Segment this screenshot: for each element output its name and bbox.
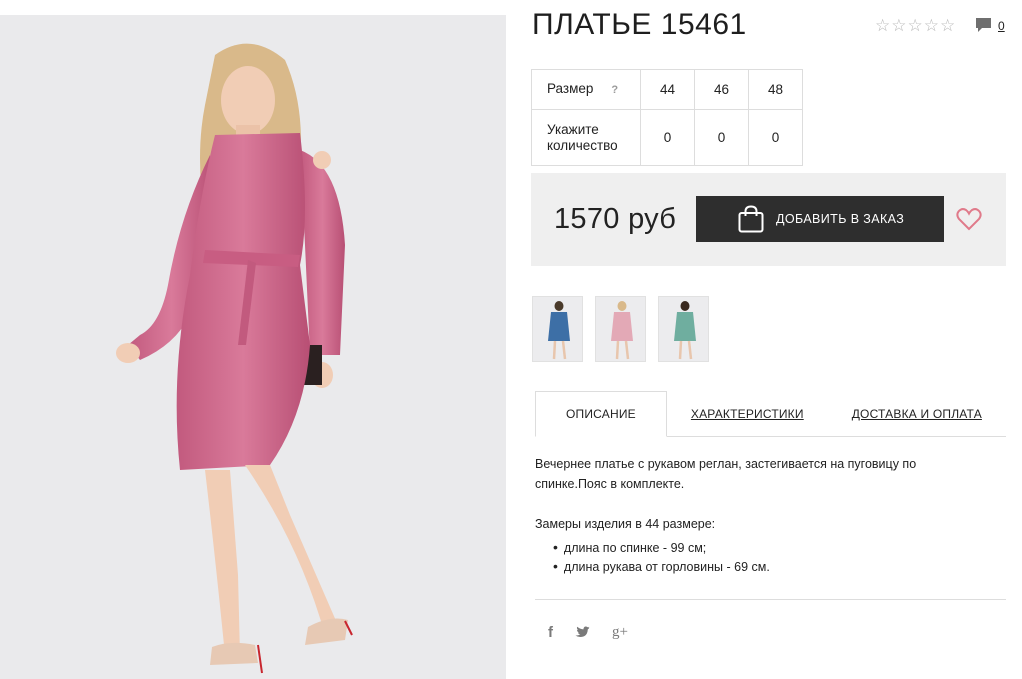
- quantity-input-46[interactable]: 0: [694, 109, 749, 166]
- social-share: f g+: [548, 624, 628, 641]
- product-tabs: ОПИСАНИЕ ХАРАКТЕРИСТИКИ ДОСТАВКА И ОПЛАТ…: [535, 391, 1006, 437]
- size-table: Размер? 44 46 48 Укажите количество 0 0 …: [531, 69, 803, 166]
- add-to-order-button[interactable]: ДОБАВИТЬ В ЗАКАЗ: [696, 196, 944, 242]
- description-text: Вечернее платье с рукавом реглан, застег…: [535, 457, 917, 491]
- quantity-input-48[interactable]: 0: [748, 109, 803, 166]
- comments-link[interactable]: 0: [975, 17, 1005, 35]
- product-photo: [0, 15, 506, 679]
- buy-box: 1570 руб ДОБАВИТЬ В ЗАКАЗ: [531, 173, 1006, 266]
- tab-characteristics[interactable]: ХАРАКТЕРИСТИКИ: [691, 391, 804, 436]
- color-thumbnails: [532, 296, 709, 362]
- thumbnail-pink[interactable]: [595, 296, 646, 362]
- google-plus-icon[interactable]: g+: [612, 624, 628, 641]
- thumbnail-blue[interactable]: [532, 296, 583, 362]
- heart-icon[interactable]: [955, 205, 983, 233]
- quantity-input-44[interactable]: 0: [640, 109, 695, 166]
- tab-delivery-payment[interactable]: ДОСТАВКА И ОПЛАТА: [852, 391, 982, 436]
- help-icon[interactable]: ?: [611, 84, 618, 96]
- list-item: длина по спинке - 99 см;: [553, 538, 770, 557]
- price: 1570 руб: [554, 203, 677, 235]
- measure-title: Замеры изделия в 44 размере:: [535, 517, 716, 531]
- star-icon[interactable]: ☆: [908, 17, 923, 35]
- shopping-bag-icon: [738, 205, 764, 233]
- divider: [535, 599, 1006, 600]
- product-title: ПЛАТЬЕ 15461: [532, 8, 747, 41]
- size-46: 46: [694, 69, 749, 110]
- thumbnail-mint[interactable]: [658, 296, 709, 362]
- star-icon[interactable]: ☆: [875, 17, 890, 35]
- comment-icon[interactable]: [975, 17, 992, 33]
- facebook-icon[interactable]: f: [548, 624, 553, 641]
- comments-count[interactable]: 0: [998, 17, 1005, 35]
- measure-list: длина по спинке - 99 см; длина рукава от…: [553, 538, 770, 576]
- quantity-row: Укажите количество 0 0 0: [531, 109, 803, 166]
- size-label: Размер: [547, 81, 594, 96]
- twitter-icon[interactable]: [575, 626, 590, 639]
- rating-stars[interactable]: ☆ ☆ ☆ ☆ ☆: [875, 17, 955, 35]
- size-44: 44: [640, 69, 695, 110]
- list-item: длина рукава от горловины - 69 см.: [553, 557, 770, 576]
- star-icon[interactable]: ☆: [940, 17, 955, 35]
- quantity-label: Укажите количество: [531, 109, 641, 166]
- star-icon[interactable]: ☆: [924, 17, 939, 35]
- size-row: Размер? 44 46 48: [531, 69, 803, 110]
- add-to-order-label: ДОБАВИТЬ В ЗАКАЗ: [776, 212, 905, 226]
- star-icon[interactable]: ☆: [891, 17, 906, 35]
- tab-description[interactable]: ОПИСАНИЕ: [535, 391, 667, 437]
- size-48: 48: [748, 69, 803, 110]
